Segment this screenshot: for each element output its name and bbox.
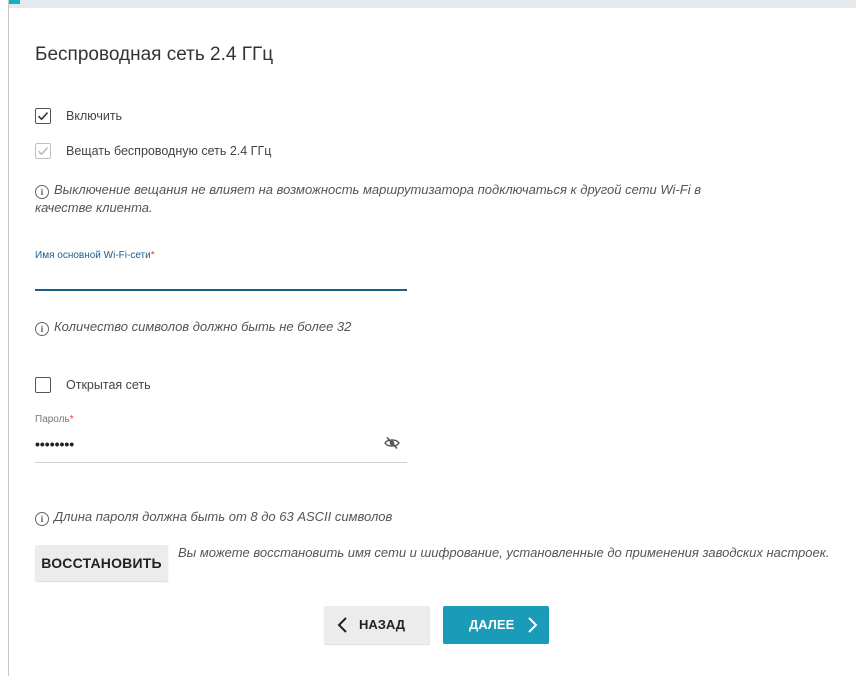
left-frame-border [8,0,9,676]
info-icon: i [35,322,49,336]
ssid-note-text: Количество символов должно быть не более… [54,319,352,334]
ssid-note: i Количество символов должно быть не боле… [35,318,351,336]
restore-description: Вы можете восстановить имя сети и шифров… [178,545,830,560]
password-label-text: Пароль [35,414,70,425]
back-button-label: НАЗАД [359,617,406,632]
next-button-label: ДАЛЕЕ [469,617,515,632]
checkmark-icon [38,147,49,156]
next-button[interactable]: ДАЛЕЕ [443,606,549,644]
enable-label: Включить [66,109,123,123]
broadcast-label: Вещать беспроводную сеть 2.4 ГГц [66,144,272,158]
password-input[interactable]: •••••••• [35,436,74,452]
broadcast-note: i Выключение вещания не влияет на возможн… [35,181,835,217]
checkmark-icon [37,112,49,121]
eye-slash-icon[interactable] [384,436,400,455]
password-note-text: Длина пароля должна быть от 8 до 63 ASCI… [54,509,393,524]
broadcast-note-line2: качестве клиента. [35,200,153,215]
open-network-label: Открытая сеть [66,378,151,392]
restore-button[interactable]: ВОССТАНОВИТЬ [35,545,168,581]
ssid-label: Имя основной Wi-Fi-сети* [35,250,155,261]
password-note: i Длина пароля должна быть от 8 до 63 ASC… [35,508,392,526]
top-accent-bar [8,0,20,4]
password-label: Пароль* [35,414,74,425]
chevron-left-icon [337,617,347,633]
broadcast-note-line1: Выключение вещания не влияет на возможно… [54,182,701,197]
open-network-checkbox[interactable] [35,377,51,393]
ssid-input[interactable] [35,262,407,288]
required-mark: * [150,250,155,261]
password-input-underline [35,462,407,463]
back-button[interactable]: НАЗАД [324,606,430,644]
chevron-right-icon [528,617,538,633]
enable-checkbox[interactable] [35,108,51,124]
info-icon: i [35,512,49,526]
required-mark: * [69,414,74,425]
ssid-label-text: Имя основной Wi-Fi-сети [35,250,151,261]
section-title: Беспроводная сеть 2.4 ГГц [35,44,274,65]
info-icon: i [35,185,49,199]
broadcast-checkbox[interactable] [35,143,51,159]
ssid-input-underline [35,289,407,291]
top-frame-bar [8,0,856,8]
